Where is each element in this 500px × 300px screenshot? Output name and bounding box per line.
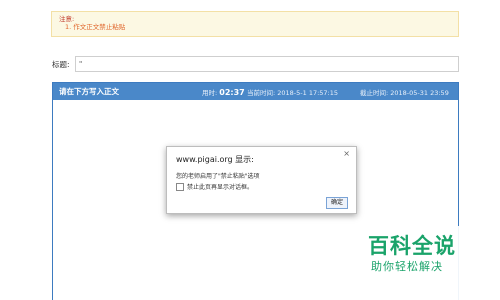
title-row: 标题: " — [52, 56, 459, 72]
editor-title: 请在下方写入正文 — [59, 87, 119, 96]
elapsed-label: 用时: — [202, 89, 218, 97]
notice-item: 1. 作文正文禁止粘贴 — [65, 23, 126, 31]
ok-button[interactable]: 确定 — [326, 197, 348, 209]
title-label: 标题: — [52, 60, 70, 69]
watermark-subtitle: 助你轻松解决 — [371, 260, 443, 273]
notice-heading: 注意: — [59, 15, 75, 23]
elapsed-time: 用时: 02:37 — [202, 87, 245, 97]
editor-header: 请在下方写入正文 用时: 02:37 当前时间: 2018-5-1 17:57:… — [53, 83, 458, 100]
title-input[interactable]: " — [75, 56, 459, 72]
watermark: 百科全说 助你轻松解决 — [350, 226, 500, 300]
notice-box: 注意: 1. 作文正文禁止粘贴 — [51, 11, 459, 37]
current-time: 当前时间: 2018-5-1 17:57:15 — [247, 89, 339, 97]
deadline-time: 截止时间: 2018-05-31 23:59 — [360, 89, 449, 97]
dialog-message: 您的老师启用了"禁止粘贴"选项 — [176, 173, 260, 180]
watermark-title: 百科全说 — [368, 234, 456, 258]
suppress-dialog-option[interactable]: 禁止此页再显示对话框。 — [176, 182, 253, 191]
dialog-title: www.pigai.org 显示: — [176, 155, 254, 164]
close-icon[interactable]: × — [343, 149, 350, 158]
paste-blocked-dialog: www.pigai.org 显示: × 您的老师启用了"禁止粘贴"选项 禁止此页… — [166, 146, 357, 214]
elapsed-value: 02:37 — [219, 88, 245, 97]
suppress-checkbox-label[interactable]: 禁止此页再显示对话框。 — [187, 182, 253, 191]
suppress-checkbox[interactable] — [176, 182, 184, 191]
